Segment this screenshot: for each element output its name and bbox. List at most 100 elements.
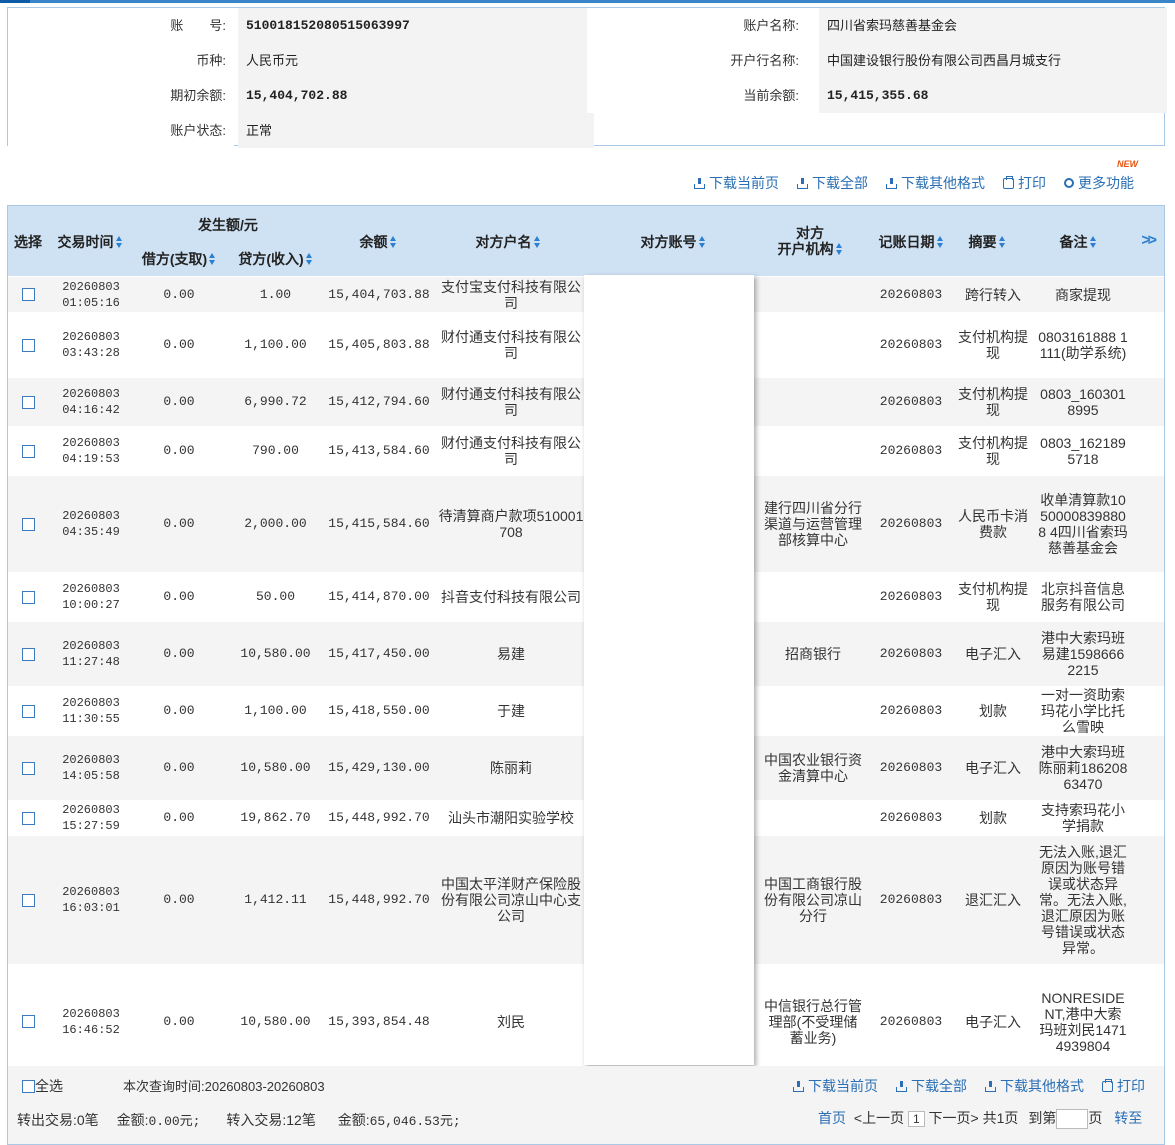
row-remark-cell: 一对一资助索玛花小学比托么雪映: [1038, 687, 1128, 735]
row-balance-cell: 15,415,584.60: [328, 476, 430, 572]
total-pages: 共1页: [982, 1110, 1019, 1126]
opening-balance-value: 15,404,702.88: [238, 78, 594, 113]
row-summary-cell: 跨行转入: [958, 277, 1028, 312]
row-summary: 跨行转入: [965, 286, 1021, 303]
print-button[interactable]: 打印: [1003, 172, 1046, 194]
next-page-link[interactable]: 下一页>: [929, 1110, 979, 1126]
row-select-cell[interactable]: [8, 736, 48, 800]
row-select-cell[interactable]: [8, 687, 48, 735]
header-amount-group: 发生额/元: [198, 217, 258, 233]
row-counterparty: 财付通支付科技有限公司: [441, 329, 581, 361]
row-checkbox[interactable]: [21, 761, 35, 775]
expand-columns-icon[interactable]: >>: [1141, 232, 1157, 250]
select-all[interactable]: 全选: [22, 1076, 63, 1096]
header-balance[interactable]: 余额: [328, 232, 428, 252]
row-counterparty-cell: 抖音支付科技有限公司: [436, 573, 586, 621]
row-checkbox[interactable]: [21, 1015, 35, 1028]
in-amount-label: 金额:: [337, 1112, 370, 1128]
row-select-cell[interactable]: [8, 277, 48, 312]
row-select-cell[interactable]: [8, 965, 48, 1078]
row-balance-cell: 15,417,450.00: [328, 622, 430, 686]
account-name-value: 四川省索玛慈善基金会: [819, 8, 1167, 43]
row-remark: 无法入账,退汇原因为账号错误或状态异常。无法入账,退汇原因为账号错误或状态异常。: [1039, 844, 1127, 956]
row-checkbox[interactable]: [21, 811, 35, 825]
row-select-cell[interactable]: [8, 476, 48, 572]
row-checkbox[interactable]: [21, 647, 35, 661]
row-counterparty-cell: 易建: [436, 622, 586, 686]
goto-label: 到第: [1028, 1110, 1057, 1126]
more-functions-button[interactable]: 更多功能: [1064, 172, 1134, 194]
first-page-link[interactable]: 首页: [818, 1110, 846, 1126]
header-counter-bank[interactable]: 对方 开户机构: [760, 225, 860, 257]
go-button[interactable]: 转至: [1114, 1110, 1142, 1126]
row-credit-cell: 1,100.00: [228, 687, 323, 735]
new-badge: NEW: [1117, 159, 1138, 169]
row-summary: 退汇汇入: [965, 892, 1021, 908]
row-time: 16:03:01: [62, 901, 120, 915]
prev-page-link[interactable]: <上一页: [854, 1110, 904, 1126]
row-debit: 0.00: [163, 760, 195, 775]
row-debit-cell: 0.00: [133, 736, 225, 800]
row-post-date-cell: 20260803: [866, 801, 956, 835]
row-remark: 港中大索玛班陈丽莉18620863470: [1038, 744, 1128, 792]
header-debit[interactable]: 借方(支取): [133, 249, 225, 269]
row-checkbox[interactable]: [21, 590, 35, 604]
row-time: 04:35:49: [62, 525, 120, 539]
row-counter-bank-cell: 中国农业银行资金清算中心: [762, 736, 864, 800]
header-post-date[interactable]: 记账日期: [866, 232, 956, 252]
row-post-date: 20260803: [879, 516, 943, 531]
row-select-cell[interactable]: [8, 427, 48, 475]
header-remark[interactable]: 备注: [1038, 232, 1118, 252]
row-credit-cell: 790.00: [228, 427, 323, 475]
row-checkbox[interactable]: [21, 517, 35, 531]
print-label: 打印: [1018, 175, 1046, 191]
row-time-cell: 20260803 01:05:16: [52, 277, 130, 312]
current-balance-value: 15,415,355.68: [819, 78, 1167, 113]
footer-download-all-button[interactable]: 下载全部: [896, 1076, 967, 1096]
page-input[interactable]: [1056, 1109, 1089, 1130]
select-all-checkbox[interactable]: [22, 1080, 35, 1093]
row-summary: 电子汇入: [965, 760, 1021, 776]
row-checkbox[interactable]: [21, 704, 35, 718]
row-select-cell[interactable]: [8, 801, 48, 835]
row-checkbox[interactable]: [21, 288, 35, 301]
footer-download-page-button[interactable]: 下载当前页: [793, 1076, 878, 1096]
row-select-cell[interactable]: [8, 378, 48, 426]
row-counter-bank: 招商银行: [785, 646, 841, 662]
sort-icon: [835, 243, 843, 255]
header-time[interactable]: 交易时间: [52, 232, 128, 252]
account-info-panel: 账 号: 510018152080515063997 账户名称: 四川省索玛慈善…: [7, 7, 1167, 148]
row-summary: 划款: [979, 810, 1007, 826]
row-checkbox[interactable]: [21, 338, 35, 352]
row-select-cell[interactable]: [8, 313, 48, 377]
select-all-label: 全选: [35, 1078, 63, 1094]
header-credit[interactable]: 贷方(收入): [228, 249, 323, 269]
footer-download-other-button[interactable]: 下载其他格式: [985, 1076, 1084, 1096]
download-page-button[interactable]: 下载当前页: [694, 172, 779, 194]
footer-print-button[interactable]: 打印: [1102, 1076, 1145, 1096]
row-date: 20260803: [62, 885, 120, 899]
row-counterparty: 待清算商户款项510001708: [438, 508, 584, 540]
download-other-button[interactable]: 下载其他格式: [886, 172, 985, 194]
download-all-button[interactable]: 下载全部: [797, 172, 868, 194]
row-checkbox[interactable]: [21, 893, 35, 907]
in-amount: 65,046.53元;: [369, 1114, 461, 1129]
row-post-date: 20260803: [879, 286, 943, 302]
row-credit: 10,580.00: [240, 646, 311, 661]
row-balance-cell: 15,418,550.00: [328, 687, 430, 735]
row-date: 20260803: [62, 639, 120, 653]
header-counter-account[interactable]: 对方账号: [588, 232, 758, 252]
row-counterparty-cell: 财付通支付科技有限公司: [436, 378, 586, 426]
opening-balance-label: 期初余额:: [8, 78, 234, 113]
row-select-cell[interactable]: [8, 573, 48, 621]
download-icon: [797, 177, 808, 189]
header-summary[interactable]: 摘要: [958, 232, 1016, 252]
row-select-cell[interactable]: [8, 836, 48, 964]
row-checkbox[interactable]: [21, 444, 35, 458]
row-credit-cell: 10,580.00: [228, 965, 323, 1078]
info-row-1: 账 号: 510018152080515063997 账户名称: 四川省索玛慈善…: [8, 8, 1167, 43]
header-counterparty[interactable]: 对方户名: [433, 232, 583, 252]
row-time-cell: 20260803 03:43:28: [52, 313, 130, 377]
row-select-cell[interactable]: [8, 622, 48, 686]
row-checkbox[interactable]: [21, 395, 35, 409]
